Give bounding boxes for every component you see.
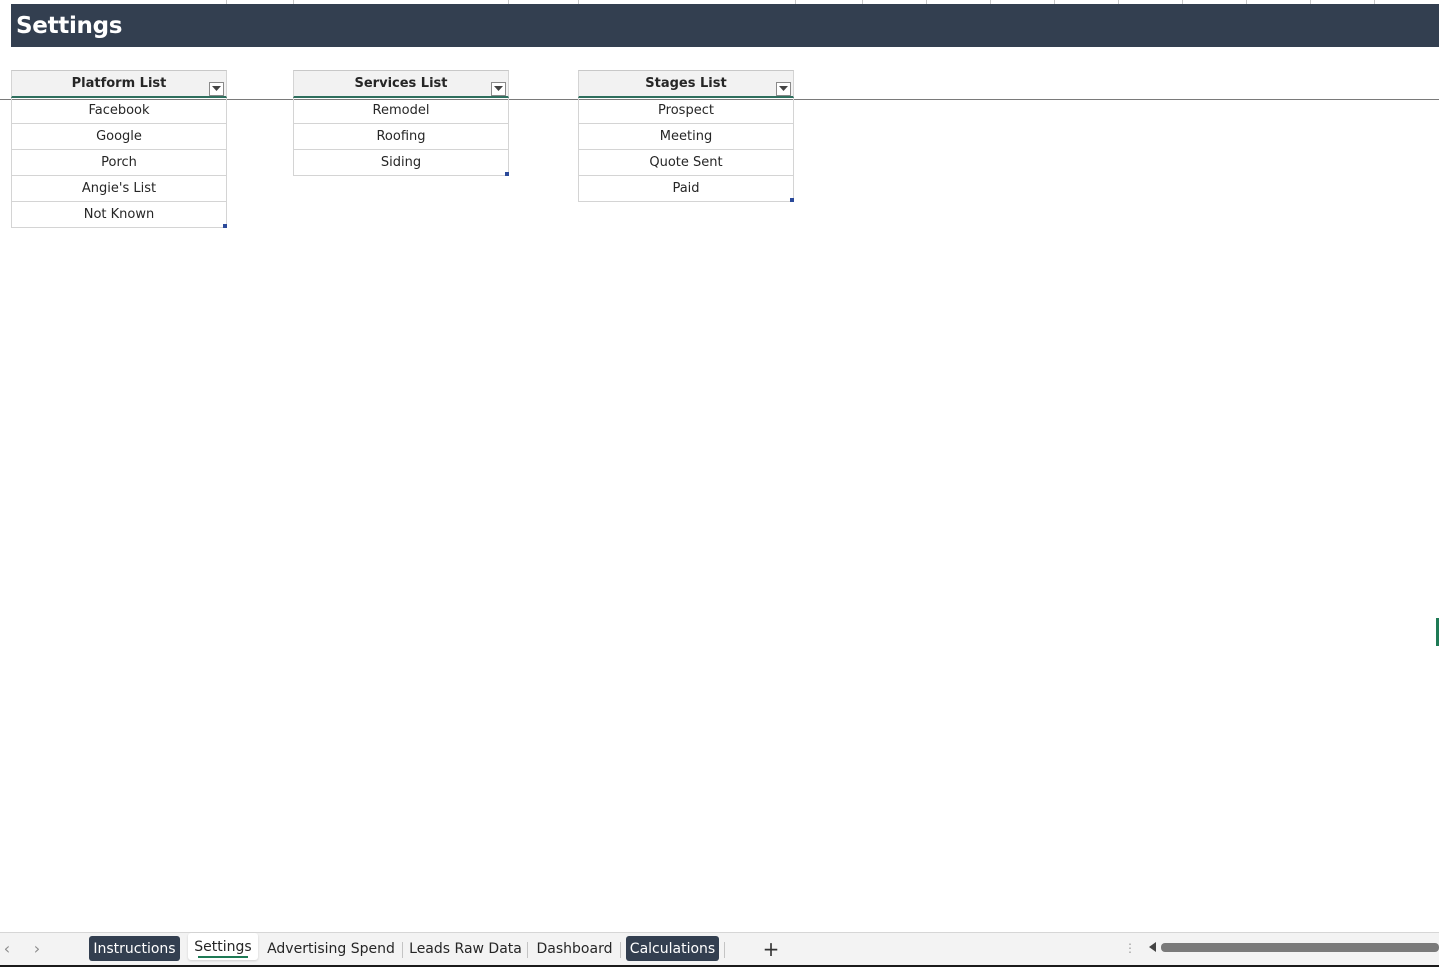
chevron-left-icon[interactable]: ‹ (0, 941, 14, 957)
tab-separator (402, 942, 403, 958)
active-tab-underline (198, 956, 248, 958)
table-header-label: Services List (354, 76, 448, 91)
filter-dropdown-icon[interactable] (491, 82, 506, 96)
table-row[interactable]: Quote Sent (578, 150, 794, 176)
table-row[interactable]: Siding (293, 150, 509, 176)
services-list-table: Services List Remodel Roofing Siding (293, 70, 509, 176)
platform-list-header[interactable]: Platform List (11, 70, 227, 98)
tab-label: Leads Raw Data (409, 940, 522, 957)
tab-separator (724, 942, 725, 958)
table-row[interactable]: Not Known (11, 202, 227, 228)
page-title: Settings (16, 12, 123, 39)
stages-list-table: Stages List Prospect Meeting Quote Sent … (578, 70, 794, 202)
platform-list-table: Platform List Facebook Google Porch Angi… (11, 70, 227, 228)
table-row[interactable]: Paid (578, 176, 794, 202)
table-header-label: Stages List (645, 76, 727, 91)
tab-label: Dashboard (536, 940, 613, 957)
more-options-icon[interactable]: ⋮ (1124, 941, 1136, 955)
table-row[interactable]: Angie's List (11, 176, 227, 202)
chevron-right-icon[interactable]: › (30, 941, 44, 957)
scroll-left-icon[interactable] (1149, 942, 1156, 952)
tab-label: Calculations (629, 940, 716, 957)
tab-instructions[interactable]: Instructions (89, 936, 180, 961)
filter-dropdown-icon[interactable] (209, 82, 224, 96)
tab-separator (527, 942, 528, 958)
tab-calculations[interactable]: Calculations (626, 936, 719, 961)
table-header-label: Platform List (71, 76, 167, 91)
tab-settings[interactable]: Settings (188, 933, 258, 960)
title-banner[interactable]: Settings (11, 4, 1439, 47)
tab-leads-raw-data[interactable]: Leads Raw Data (408, 936, 523, 961)
tab-advertising-spend[interactable]: Advertising Spend (266, 936, 396, 961)
table-resize-handle[interactable] (790, 198, 794, 202)
tab-label: Advertising Spend (267, 940, 395, 957)
tab-label: Instructions (93, 940, 176, 957)
filter-dropdown-icon[interactable] (776, 82, 791, 96)
table-row[interactable]: Remodel (293, 98, 509, 124)
table-row[interactable]: Prospect (578, 98, 794, 124)
table-row[interactable]: Roofing (293, 124, 509, 150)
services-list-header[interactable]: Services List (293, 70, 509, 98)
table-resize-handle[interactable] (505, 172, 509, 176)
plus-icon[interactable]: + (762, 939, 780, 959)
sheet-tab-bar: ‹ › Instructions Settings Advertising Sp… (0, 932, 1439, 967)
tab-dashboard[interactable]: Dashboard (532, 936, 617, 961)
tab-separator (620, 942, 621, 958)
table-row[interactable]: Facebook (11, 98, 227, 124)
stages-list-header[interactable]: Stages List (578, 70, 794, 98)
table-row[interactable]: Porch (11, 150, 227, 176)
horizontal-scrollbar[interactable] (1161, 943, 1439, 952)
table-row[interactable]: Google (11, 124, 227, 150)
table-row[interactable]: Meeting (578, 124, 794, 150)
tab-label: Settings (194, 938, 252, 955)
table-resize-handle[interactable] (223, 224, 227, 228)
